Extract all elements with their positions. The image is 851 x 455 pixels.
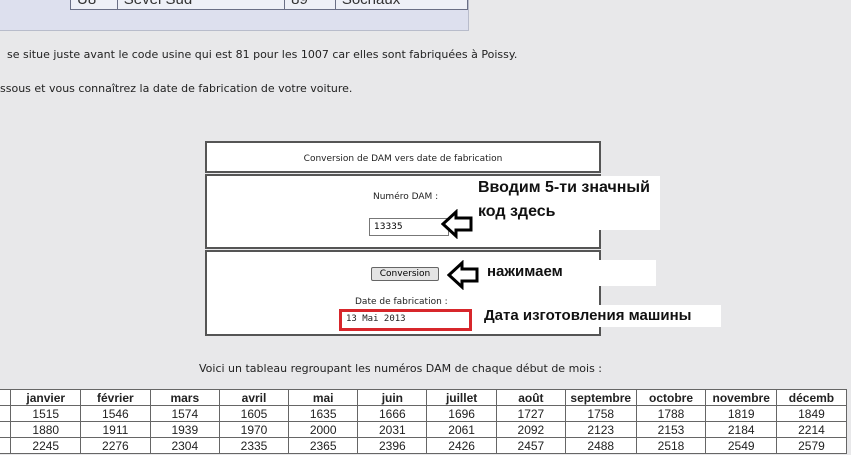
dam-months-table: janvier février mars avril mai juin juil… — [0, 389, 848, 454]
table-cell: 2245 — [10, 437, 82, 454]
table-cell: 1970 — [218, 421, 290, 438]
converter-title: Conversion de DAM vers date de fabricati… — [303, 154, 503, 164]
table-cell: 1788 — [635, 405, 707, 422]
table-cell: 1849 — [775, 405, 848, 422]
table-cell: 2335 — [218, 437, 290, 454]
table-cell: 2184 — [705, 421, 777, 438]
annotation-press: нажимаем — [478, 260, 656, 286]
paragraph-instructions: ssous et vous connaîtrez la date de fabr… — [0, 82, 353, 95]
factory-table: U8 Sevel Sud 89 Sochaux — [70, 0, 468, 10]
conversion-button[interactable]: Conversion — [371, 267, 439, 281]
table-cell: 2518 — [635, 437, 707, 454]
table-cell: 2426 — [426, 437, 497, 454]
factory-table-crop: U8 Sevel Sud 89 Sochaux — [0, 0, 469, 31]
table-cell: 2123 — [564, 421, 637, 438]
column-header: juillet — [426, 389, 497, 406]
factory-name-cell-2: Sochaux — [334, 0, 468, 10]
factory-code-cell-2: 89 — [284, 0, 336, 10]
arrow-left-icon — [441, 209, 473, 239]
annotation-enter-code: Вводим 5-ти значный код здесь — [476, 176, 660, 230]
column-header: mars — [149, 389, 220, 406]
table-cell: 1819 — [705, 405, 777, 422]
dam-label: Numéro DAM : — [373, 192, 439, 202]
manufacture-date-field[interactable]: 13 Mai 2013 — [339, 309, 472, 331]
table-row: 1515 1546 1574 1605 1635 1666 1696 1727 … — [0, 405, 848, 422]
table-cell: 2579 — [775, 437, 848, 454]
table-cell: 2092 — [495, 421, 566, 438]
column-header: avril — [218, 389, 290, 406]
column-header: novembre — [705, 389, 777, 406]
table-cell: 2153 — [635, 421, 707, 438]
table-cell: 1727 — [495, 405, 566, 422]
table-row: 2245 2276 2304 2335 2365 2396 2426 2457 … — [0, 437, 848, 454]
table-cell: 1666 — [357, 405, 428, 422]
table-cell: 2304 — [149, 437, 220, 454]
table-cell: 2488 — [564, 437, 637, 454]
factory-code-cell: U8 — [70, 0, 118, 10]
table-cell: 2549 — [705, 437, 777, 454]
column-header: octobre — [635, 389, 707, 406]
column-header: septembre — [564, 389, 637, 406]
column-header: décemb — [775, 389, 848, 406]
table-cell: 1696 — [426, 405, 497, 422]
year-header-cell — [0, 389, 12, 406]
factory-name-cell: Sevel Sud — [116, 0, 286, 10]
column-header: août — [495, 389, 566, 406]
table-cell: 2031 — [357, 421, 428, 438]
manufacture-date-value: 13 Mai 2013 — [346, 314, 406, 324]
table-cell: 1880 — [10, 421, 82, 438]
table-cell: 1635 — [288, 405, 359, 422]
table-cell: 2000 — [288, 421, 359, 438]
year-cell — [0, 405, 12, 422]
converter-header: Conversion de DAM vers date de fabricati… — [205, 141, 601, 173]
year-cell — [0, 421, 12, 438]
table-cell: 2214 — [775, 421, 848, 438]
column-header: juin — [357, 389, 428, 406]
table-cell: 2061 — [426, 421, 497, 438]
table-header-row: janvier février mars avril mai juin juil… — [0, 389, 848, 406]
table-cell: 2365 — [288, 437, 359, 454]
table-cell: 1574 — [149, 405, 220, 422]
table-cell: 2396 — [357, 437, 428, 454]
column-header: janvier — [10, 389, 82, 406]
table-cell: 2457 — [495, 437, 566, 454]
table-cell: 1605 — [218, 405, 290, 422]
table-cell: 2276 — [80, 437, 151, 454]
table-cell: 1911 — [80, 421, 151, 438]
annotation-date: Дата изготовления машины — [478, 305, 721, 327]
dam-input[interactable] — [369, 218, 449, 236]
year-cell — [0, 437, 12, 454]
paragraph-factory-code: se situe juste avant le code usine qui e… — [7, 48, 518, 61]
column-header: février — [80, 389, 151, 406]
table-cell: 1546 — [80, 405, 151, 422]
column-header: mai — [288, 389, 359, 406]
table-row: U8 Sevel Sud 89 Sochaux — [70, 0, 468, 10]
table-cell: 1758 — [564, 405, 637, 422]
table-caption: Voici un tableau regroupant les numéros … — [199, 362, 603, 375]
table-cell: 1939 — [149, 421, 220, 438]
arrow-left-icon — [447, 260, 479, 290]
table-cell: 1515 — [10, 405, 82, 422]
table-row: 1880 1911 1939 1970 2000 2031 2061 2092 … — [0, 421, 848, 438]
date-label: Date de fabrication : — [355, 297, 448, 307]
